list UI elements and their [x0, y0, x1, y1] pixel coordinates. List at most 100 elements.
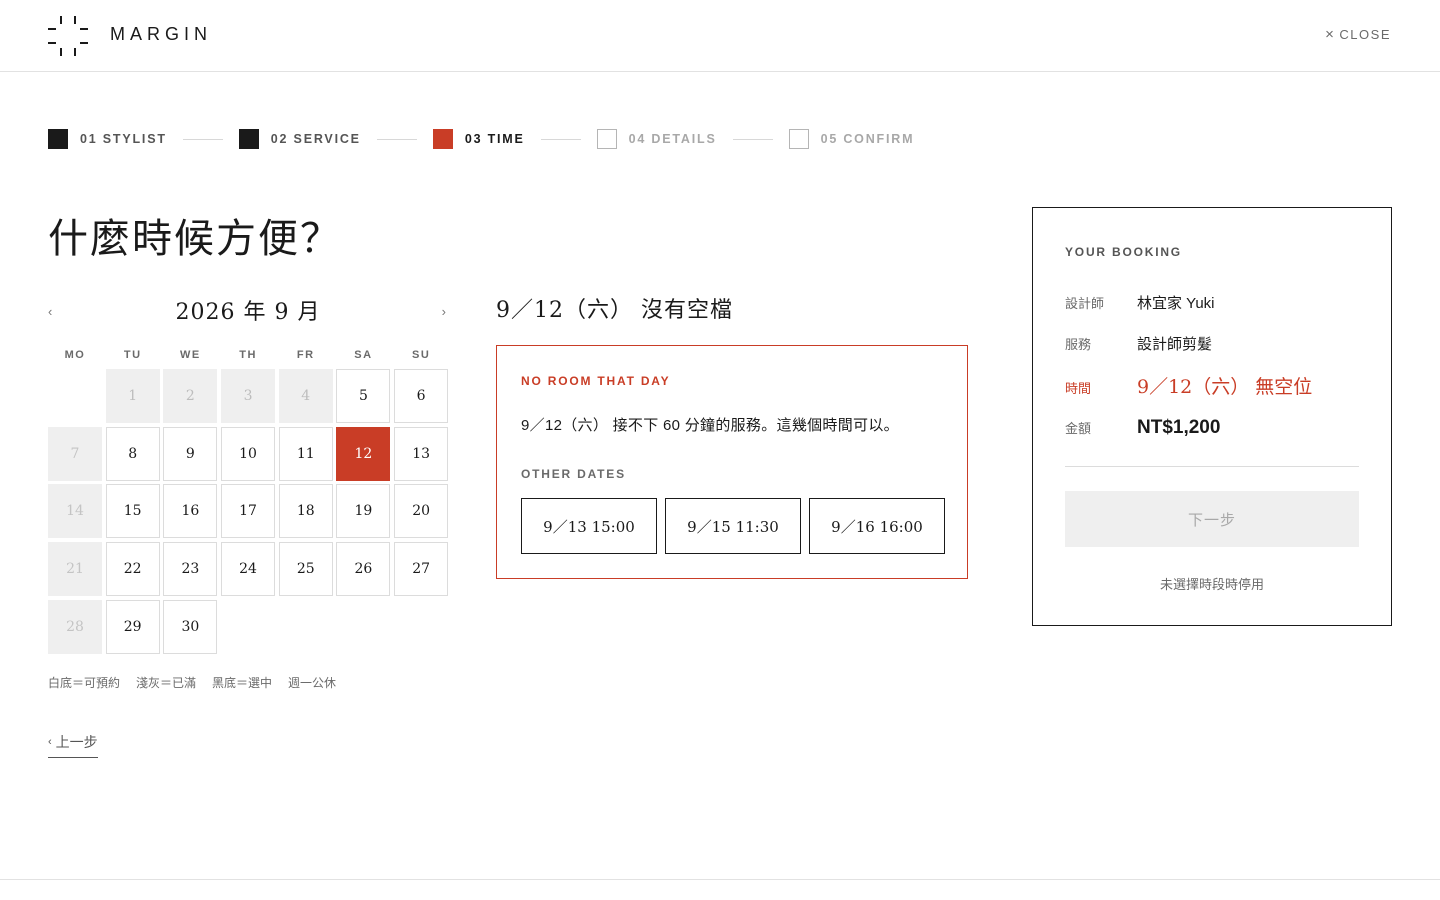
step-label: 01 STYLIST: [80, 132, 167, 146]
calendar-day: 4: [278, 369, 333, 423]
alt-date-button[interactable]: 9／16 16:00: [809, 498, 945, 554]
legend-item: 淺灰＝已滿: [136, 676, 197, 690]
step-marker: [48, 129, 68, 149]
back-label: 上一步: [55, 734, 98, 750]
chevron-left-icon: ‹: [48, 736, 52, 748]
calendar-day[interactable]: 27: [394, 542, 449, 597]
calendar-day: 2: [163, 369, 218, 423]
step-connector: [182, 138, 223, 140]
no-room-eyebrow: NO ROOM THAT DAY: [521, 374, 671, 388]
calendar-blank: [48, 369, 102, 423]
close-icon: ×: [1325, 26, 1336, 43]
calendar-day: 28: [48, 599, 102, 654]
summary-key: 時間: [1065, 381, 1092, 396]
summary-row-time: 時間 9／12（六） 無空位: [1065, 372, 1312, 399]
weekday-label: SU: [411, 349, 431, 361]
calendar-day[interactable]: 25: [278, 542, 333, 597]
step-marker: [432, 129, 453, 149]
calendar-day-selected[interactable]: 12: [336, 426, 391, 481]
calendar-nav: ‹ 2026 年 9 月 ›: [48, 292, 448, 326]
step-connector: [732, 138, 773, 140]
calendar-day[interactable]: 30: [163, 599, 218, 654]
summary-value: NT$1,200: [1137, 417, 1221, 438]
summary-key: 服務: [1065, 337, 1092, 352]
calendar-day[interactable]: 29: [105, 599, 160, 654]
calendar-day[interactable]: 13: [394, 426, 449, 481]
close-label: CLOSE: [1339, 27, 1391, 42]
next-step-button[interactable]: 下一步: [1065, 491, 1359, 547]
step-connector: [376, 138, 417, 140]
calendar-day[interactable]: 26: [336, 542, 391, 597]
calendar-day[interactable]: 15: [105, 484, 160, 539]
back-link[interactable]: ‹ 上一步: [48, 732, 98, 758]
calendar-day: 3: [221, 369, 276, 423]
brand-name: MARGIN: [110, 24, 212, 44]
summary-heading: YOUR BOOKING: [1065, 245, 1182, 259]
calendar-day: 1: [105, 369, 160, 423]
legend-item: 週一公休: [288, 676, 337, 690]
step-label: 04 DETAILS: [628, 132, 717, 146]
weekday-label: TH: [239, 349, 257, 361]
summary-value: 林宜家 Yuki: [1137, 295, 1215, 312]
step-details: 04 DETAILS: [596, 129, 717, 149]
calendar-day[interactable]: 18: [278, 484, 333, 539]
legend-item: 黑底＝選中: [212, 676, 273, 690]
step-label: 03 TIME: [464, 132, 525, 146]
calendar-day[interactable]: 22: [105, 542, 160, 597]
alt-date-button[interactable]: 9／13 15:00: [521, 498, 657, 554]
calendar-day[interactable]: 17: [221, 484, 276, 539]
other-dates-label: OTHER DATES: [521, 467, 626, 481]
calendar-day: 14: [48, 484, 102, 539]
step-time: 03 TIME: [432, 129, 525, 149]
calendar-day[interactable]: 16: [163, 484, 218, 539]
footer-divider: [0, 879, 1440, 880]
next-month-button[interactable]: ›: [442, 304, 446, 319]
calendar-day: 7: [48, 426, 102, 481]
calendar-day[interactable]: 6: [394, 369, 449, 423]
step-label: 02 SERVICE: [270, 132, 361, 146]
summary-divider: [1065, 466, 1359, 467]
summary-row-service: 服務 設計師剪髮: [1065, 333, 1212, 354]
calendar-day[interactable]: 10: [221, 426, 276, 481]
weekday-label: SA: [354, 349, 373, 361]
summary-key: 金額: [1065, 421, 1092, 436]
weekday-label: WE: [180, 349, 201, 361]
step-marker: [788, 129, 809, 149]
step-label: 05 CONFIRM: [820, 132, 915, 146]
summary-value: 9／12（六） 無空位: [1137, 376, 1313, 398]
calendar-grid: 1 2 3 4 5 6 7 8 9 10 11 12 13 14 15 16 17 18 19 20 21 22 23 24 2…: [48, 369, 449, 654]
calendar-day[interactable]: 8: [105, 426, 160, 481]
progress-stepper: 01 STYLIST 02 SERVICE 03 TIME 04 DETAILS…: [48, 129, 914, 149]
calendar-weekdays: MO TU WE TH FR SA SU: [48, 349, 448, 361]
calendar-day[interactable]: 24: [221, 542, 276, 597]
weekday-label: MO: [64, 349, 86, 361]
step-marker: [238, 129, 259, 149]
calendar-month-label: 2026 年 9 月: [175, 300, 321, 325]
next-step-hint: 未選擇時段時停用: [1159, 577, 1264, 592]
calendar-day[interactable]: 11: [278, 426, 333, 481]
booking-summary: YOUR BOOKING 設計師 林宜家 Yuki 服務 設計師剪髮 時間 9／…: [1032, 207, 1392, 626]
no-room-message: 9／12（六） 接不下 60 分鐘的服務。這幾個時間可以。: [521, 417, 899, 434]
no-room-panel: NO ROOM THAT DAY 9／12（六） 接不下 60 分鐘的服務。這幾…: [496, 345, 968, 579]
legend-item: 白底＝可預約: [48, 676, 121, 690]
summary-key: 設計師: [1065, 296, 1105, 311]
calendar-day: 21: [48, 542, 102, 597]
calendar-day[interactable]: 20: [394, 484, 449, 539]
calendar-day[interactable]: 5: [336, 369, 391, 423]
calendar-legend: 白底＝可預約 淺灰＝已滿 黑底＝選中 週一公休: [48, 674, 336, 691]
selected-day-heading: 9／12（六） 沒有空檔: [496, 298, 733, 323]
weekday-label: FR: [296, 349, 315, 361]
margin-logo-icon: [48, 16, 88, 56]
close-button[interactable]: × CLOSE: [1325, 27, 1391, 42]
top-header: MARGIN × CLOSE: [0, 0, 1440, 72]
step-confirm: 05 CONFIRM: [788, 129, 915, 149]
summary-row-price: 金額 NT$1,200: [1065, 417, 1220, 439]
step-marker: [596, 129, 617, 149]
step-stylist[interactable]: 01 STYLIST: [48, 129, 167, 149]
calendar-day[interactable]: 19: [336, 484, 391, 539]
alternative-dates: 9／13 15:00 9／15 11:30 9／16 16:00: [521, 498, 945, 554]
calendar-day[interactable]: 9: [163, 426, 218, 481]
step-service[interactable]: 02 SERVICE: [238, 129, 361, 149]
calendar-day[interactable]: 23: [163, 542, 218, 597]
alt-date-button[interactable]: 9／15 11:30: [665, 498, 801, 554]
